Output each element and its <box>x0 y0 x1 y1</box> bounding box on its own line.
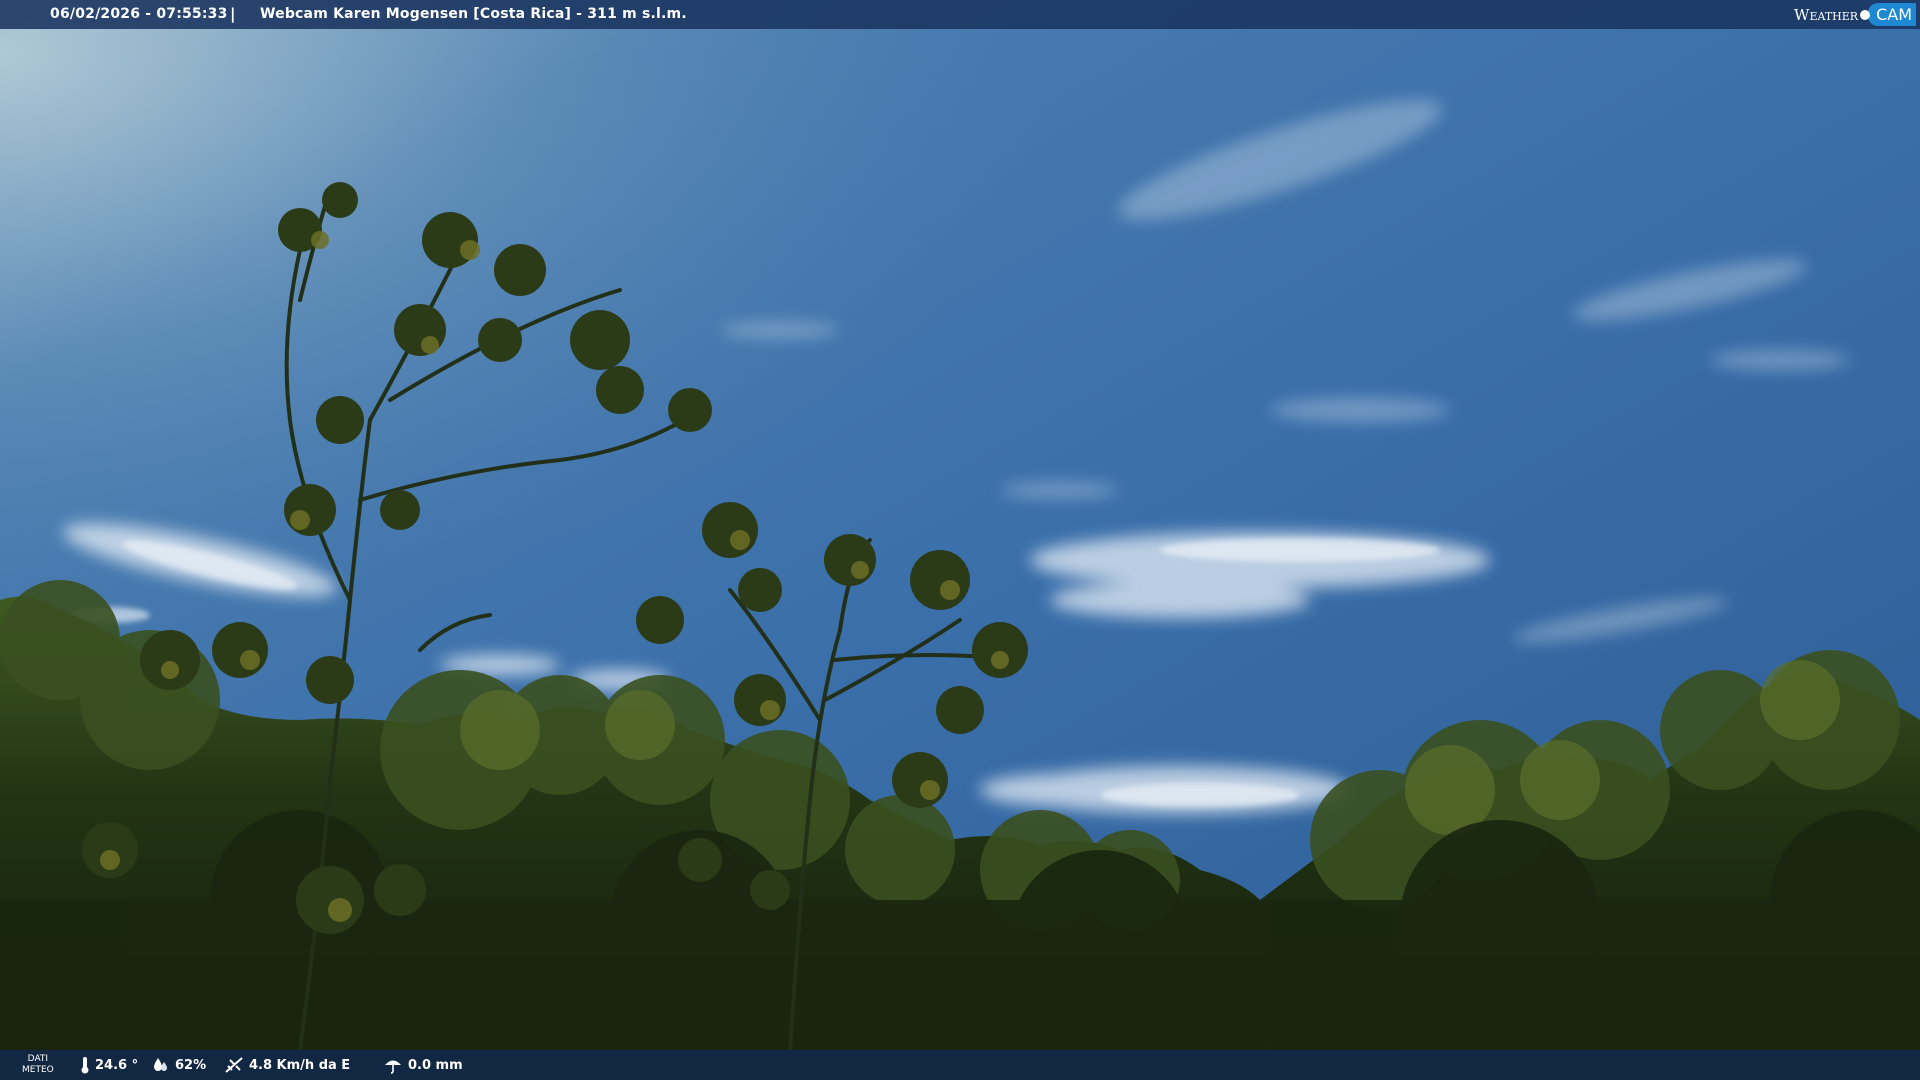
thermometer-icon <box>81 1057 89 1074</box>
webcam-image <box>0 0 1920 1080</box>
wind-reading: 4.8 Km/h da E <box>224 1055 350 1075</box>
logo-weather-text: Weather <box>1794 5 1859 24</box>
header-separator: | <box>230 5 236 23</box>
logo-cam-text: CAM <box>1868 3 1916 26</box>
temperature-value: 24.6 ° <box>95 1057 139 1073</box>
webcam-title: Webcam Karen Mogensen [Costa Rica] - 311… <box>260 6 687 22</box>
wind-value: 4.8 Km/h da E <box>249 1057 351 1073</box>
timestamp: 06/02/2026 - 07:55:33 <box>50 6 228 22</box>
humidity-reading: 62% <box>152 1055 206 1075</box>
weathercam-logo[interactable]: Weather CAM <box>1794 2 1916 27</box>
humidity-drop-icon <box>154 1058 167 1071</box>
humidity-value: 62% <box>175 1057 207 1073</box>
logo-dot-icon <box>1860 9 1871 20</box>
temperature-reading: 24.6 ° <box>80 1055 138 1075</box>
meteo-label-line2: METEO <box>22 1065 54 1075</box>
webcam-header-bar: 06/02/2026 - 07:55:33 | Webcam Karen Mog… <box>0 0 1920 29</box>
rain-reading: 0.0 mm <box>383 1055 463 1075</box>
rain-value: 0.0 mm <box>408 1057 463 1073</box>
webcam-view: 06/02/2026 - 07:55:33 | Webcam Karen Mog… <box>0 0 1920 1080</box>
meteo-label-line1: DATI <box>27 1054 49 1064</box>
rain-icon <box>385 1060 401 1074</box>
meteo-data-label: DATI METEO <box>22 1054 54 1076</box>
meteo-data-bar: DATI METEO 24.6 ° 62% 4.8 Km/h da E 0.0 … <box>0 1050 1920 1080</box>
wind-icon <box>225 1057 243 1073</box>
